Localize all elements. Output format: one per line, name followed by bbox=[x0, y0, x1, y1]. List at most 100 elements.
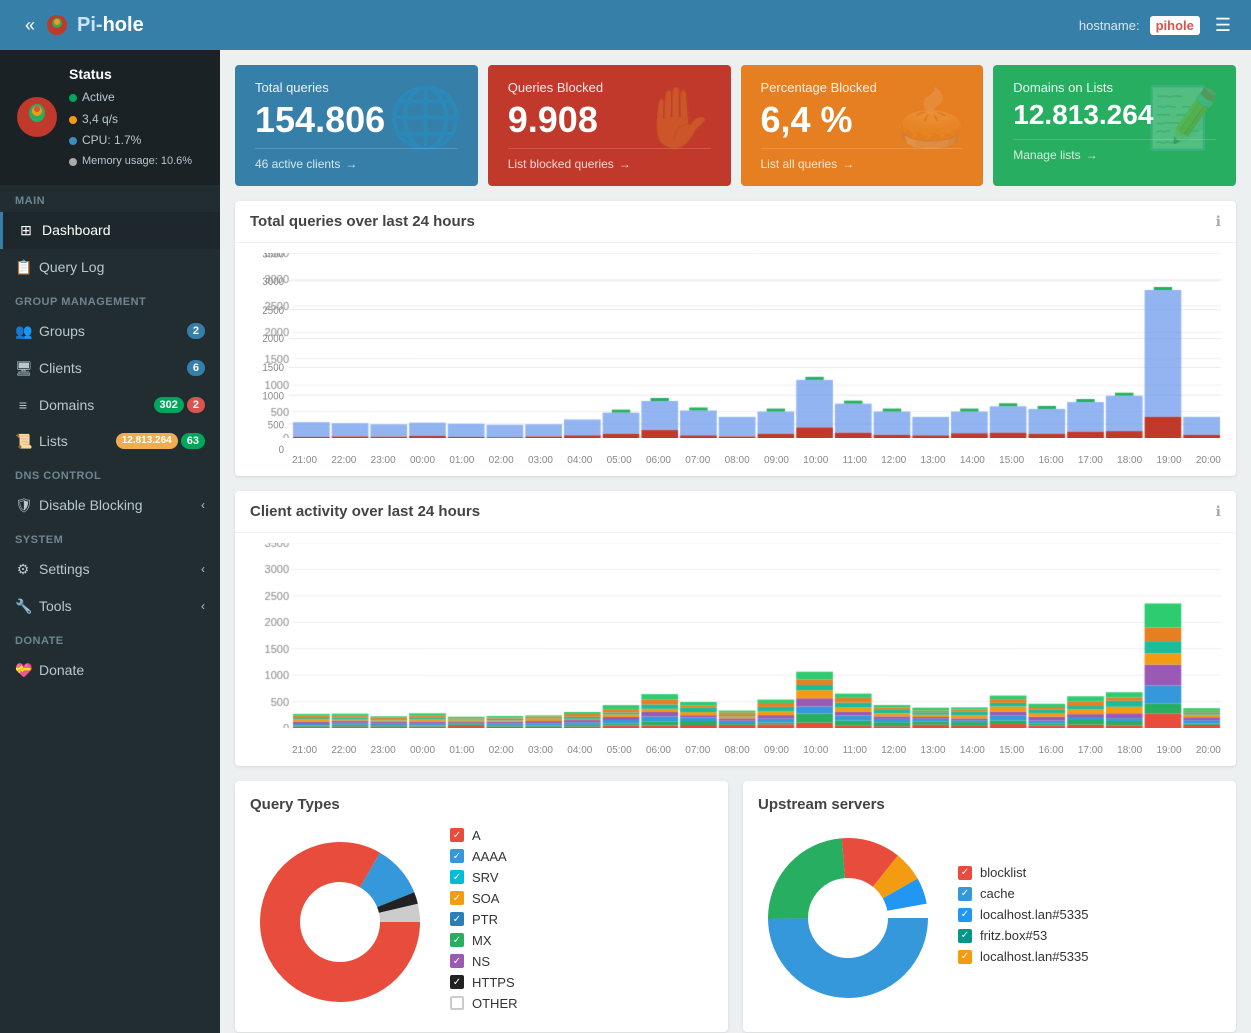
sidebar-item-groups-label: Groups bbox=[39, 323, 85, 339]
legend-checkbox-mx[interactable]: ✓ bbox=[450, 933, 464, 947]
groups-icon: 👥 bbox=[15, 323, 31, 340]
tools-chevron: ‹ bbox=[201, 599, 205, 613]
brand-text: Pi-hole bbox=[77, 14, 144, 37]
domains-icon: ≡ bbox=[15, 397, 31, 413]
legend-item-other: OTHER bbox=[450, 996, 713, 1011]
sidebar-item-disable-blocking[interactable]: 🛡 Disable Blocking ‹ bbox=[0, 487, 220, 524]
stat-card-queries-blocked: Queries Blocked 9.908 ✋ List blocked que… bbox=[488, 65, 731, 186]
status-title: Status bbox=[69, 62, 192, 87]
sidebar-item-dashboard[interactable]: ⊞ Dashboard bbox=[0, 212, 220, 249]
total-queries-info-icon[interactable]: ℹ bbox=[1216, 213, 1221, 230]
main-wrapper: Status Active 3,4 q/s CPU: 1.7% Memory u… bbox=[0, 50, 1251, 1033]
legend-checkbox-soa[interactable]: ✓ bbox=[450, 891, 464, 905]
legend-checkbox-other[interactable] bbox=[450, 996, 464, 1010]
domains-badge2: 2 bbox=[187, 397, 205, 413]
client-activity-canvas bbox=[250, 543, 1221, 728]
clients-badge: 6 bbox=[187, 360, 205, 376]
bottom-charts: Query Types ✓ bbox=[235, 781, 1236, 1032]
client-activity-info-icon[interactable]: ℹ bbox=[1216, 503, 1221, 520]
sidebar-item-tools-label: Tools bbox=[39, 598, 72, 614]
sidebar-item-groups[interactable]: 👥 Groups 2 bbox=[0, 313, 220, 350]
stat-card-domains-on-lists: Domains on Lists 12.813.264 📝 Manage lis… bbox=[993, 65, 1236, 186]
queries-blocked-arrow: → bbox=[619, 157, 631, 171]
sidebar-item-dashboard-label: Dashboard bbox=[42, 222, 111, 238]
panel-header-client-activity: Client activity over last 24 hours ℹ bbox=[235, 491, 1236, 533]
domains-on-lists-link[interactable]: Manage lists → bbox=[1013, 139, 1216, 162]
legend-checkbox-srv[interactable]: ✓ bbox=[450, 870, 464, 884]
groups-badge: 2 bbox=[187, 323, 205, 339]
legend-item-soa: ✓ SOA bbox=[450, 891, 713, 906]
upstream-servers-panel: Upstream servers bbox=[743, 781, 1236, 1032]
sidebar-item-tools[interactable]: 🔧 Tools ‹ bbox=[0, 588, 220, 625]
legend-checkbox-aaaa[interactable]: ✓ bbox=[450, 849, 464, 863]
pihole-logo-icon bbox=[45, 13, 69, 37]
sidebar-collapse-button[interactable]: « bbox=[15, 15, 45, 36]
legend-checkbox-localhost1[interactable]: ✓ bbox=[958, 908, 972, 922]
total-queries-link-text: 46 active clients bbox=[255, 157, 340, 171]
navbar-right: hostname: pihole ☰ bbox=[1079, 10, 1236, 41]
legend-item-fritzbox: ✓ fritz.box#53 bbox=[958, 928, 1221, 943]
navbar-menu-button[interactable]: ☰ bbox=[1210, 10, 1236, 41]
total-queries-canvas bbox=[250, 253, 1221, 438]
sidebar: Status Active 3,4 q/s CPU: 1.7% Memory u… bbox=[0, 50, 220, 1033]
total-queries-arrow: → bbox=[345, 157, 357, 171]
tools-icon: 🔧 bbox=[15, 598, 31, 615]
legend-checkbox-ptr[interactable]: ✓ bbox=[450, 912, 464, 926]
legend-checkbox-localhost2[interactable]: ✓ bbox=[958, 950, 972, 964]
legend-checkbox-a[interactable]: ✓ bbox=[450, 828, 464, 842]
sidebar-item-clients-label: Clients bbox=[39, 360, 82, 376]
legend-checkbox-fritzbox[interactable]: ✓ bbox=[958, 929, 972, 943]
status-box: Status Active 3,4 q/s CPU: 1.7% Memory u… bbox=[0, 50, 220, 185]
queries-blocked-link-text: List blocked queries bbox=[508, 157, 614, 171]
disable-blocking-chevron: ‹ bbox=[201, 498, 205, 512]
settings-icon: ⚙ bbox=[15, 561, 31, 578]
panel-header-total-queries: Total queries over last 24 hours ℹ bbox=[235, 201, 1236, 243]
upstream-servers-donut bbox=[758, 828, 938, 1008]
client-activity-chart-title: Client activity over last 24 hours bbox=[250, 503, 480, 520]
total-queries-chart-body: 3500 3000 2500 2000 1500 1000 500 0 bbox=[235, 243, 1236, 476]
query-types-legend: ✓ A ✓ AAAA ✓ SRV ✓ SOA bbox=[450, 828, 713, 1017]
query-types-panel: Query Types ✓ bbox=[235, 781, 728, 1032]
active-label: Active bbox=[82, 87, 115, 109]
panel-total-queries-chart: Total queries over last 24 hours ℹ bbox=[235, 201, 1236, 476]
queries-blocked-link[interactable]: List blocked queries → bbox=[508, 148, 711, 171]
sidebar-item-donate[interactable]: 💝 Donate bbox=[0, 652, 220, 689]
status-info: Status Active 3,4 q/s CPU: 1.7% Memory u… bbox=[69, 62, 192, 172]
queries-blocked-icon: ✋ bbox=[641, 83, 716, 154]
percentage-blocked-link[interactable]: List all queries → bbox=[761, 148, 964, 171]
legend-checkbox-blocklist[interactable]: ✓ bbox=[958, 866, 972, 880]
dashboard-icon: ⊞ bbox=[18, 222, 34, 239]
panel-client-activity-chart: Client activity over last 24 hours ℹ 21:… bbox=[235, 491, 1236, 766]
sidebar-item-domains-label: Domains bbox=[39, 397, 94, 413]
svg-text:0: 0 bbox=[279, 444, 285, 453]
legend-item-ptr: ✓ PTR bbox=[450, 912, 713, 927]
legend-checkbox-cache[interactable]: ✓ bbox=[958, 887, 972, 901]
main-content: Total queries 154.806 🌐 46 active client… bbox=[220, 50, 1251, 1033]
percentage-blocked-icon: 🥧 bbox=[894, 83, 969, 154]
sidebar-item-domains[interactable]: ≡ Domains 302 2 bbox=[0, 387, 220, 423]
sidebar-item-query-log[interactable]: 📋 Query Log bbox=[0, 249, 220, 286]
menu-icon: ☰ bbox=[1215, 15, 1231, 35]
sidebar-item-clients[interactable]: 🖥 Clients 6 bbox=[0, 350, 220, 387]
hostname-label: hostname: bbox=[1079, 18, 1140, 33]
sidebar-item-settings[interactable]: ⚙ Settings ‹ bbox=[0, 551, 220, 588]
speed-dot bbox=[69, 116, 77, 124]
lists-icon: 📜 bbox=[15, 433, 31, 450]
sidebar-item-disable-blocking-label: Disable Blocking bbox=[39, 497, 143, 513]
legend-checkbox-ns[interactable]: ✓ bbox=[450, 954, 464, 968]
active-dot bbox=[69, 94, 77, 102]
legend-item-cache: ✓ cache bbox=[958, 886, 1221, 901]
domains-on-lists-arrow: → bbox=[1086, 148, 1098, 162]
section-label-dns: DNS CONTROL bbox=[0, 460, 220, 487]
section-label-system: SYSTEM bbox=[0, 524, 220, 551]
upstream-servers-content: ✓ blocklist ✓ cache ✓ localhost.lan#5335 bbox=[758, 828, 1221, 1008]
sidebar-item-lists[interactable]: 📜 Lists 12.813.264 63 bbox=[0, 423, 220, 460]
brand: Pi-hole bbox=[45, 13, 1079, 37]
total-queries-link[interactable]: 46 active clients → bbox=[255, 148, 458, 171]
legend-checkbox-https[interactable]: ✓ bbox=[450, 975, 464, 989]
legend-item-https: ✓ HTTPS bbox=[450, 975, 713, 990]
legend-item-blocklist: ✓ blocklist bbox=[958, 865, 1221, 880]
total-queries-icon: 🌐 bbox=[388, 83, 463, 154]
lists-badge1: 12.813.264 bbox=[116, 433, 178, 449]
query-types-title: Query Types bbox=[250, 796, 713, 813]
